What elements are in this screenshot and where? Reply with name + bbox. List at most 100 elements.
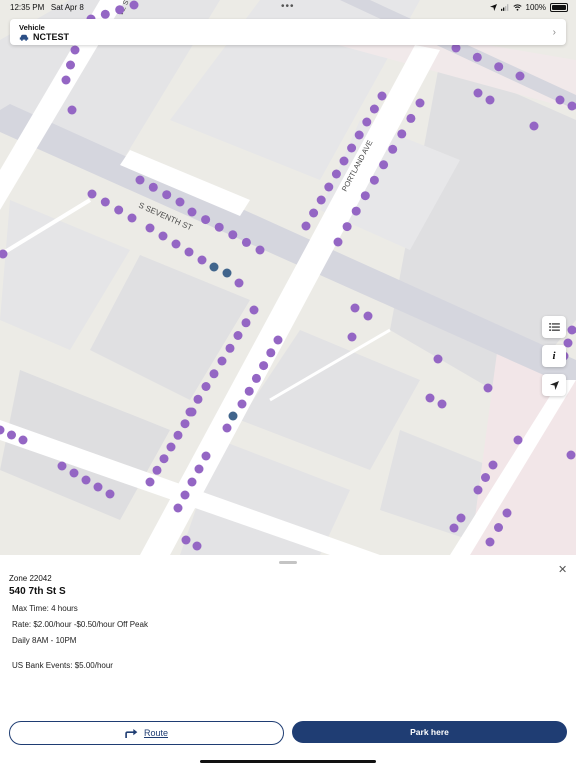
zone-dot[interactable] <box>485 95 495 105</box>
zone-dot[interactable] <box>244 386 254 396</box>
zone-dot[interactable] <box>187 407 197 417</box>
vehicle-selector[interactable]: Vehicle NCTEST › <box>10 19 566 45</box>
locate-button[interactable] <box>542 374 566 396</box>
zone-dot[interactable] <box>494 523 503 532</box>
zone-dot[interactable] <box>415 98 425 108</box>
zone-dot[interactable] <box>201 215 211 225</box>
zone-dot[interactable] <box>193 394 203 404</box>
zone-dot[interactable] <box>192 541 202 551</box>
zone-dot[interactable] <box>201 451 211 461</box>
zone-dot[interactable] <box>180 419 190 429</box>
zone-dot[interactable] <box>350 303 360 313</box>
zone-dot[interactable] <box>214 222 224 232</box>
zone-dot[interactable] <box>175 197 185 207</box>
zone-dot[interactable] <box>105 489 115 499</box>
zone-dot[interactable] <box>316 195 326 205</box>
zone-dot[interactable] <box>433 354 443 364</box>
zone-dot[interactable] <box>488 460 498 470</box>
zone-dot[interactable] <box>331 169 341 179</box>
zone-dot[interactable] <box>360 191 370 201</box>
zone-dot[interactable] <box>566 450 576 460</box>
multitask-dots[interactable]: ••• <box>281 1 295 12</box>
zone-dot[interactable] <box>159 454 169 464</box>
zone-dot[interactable] <box>180 490 190 500</box>
zone-dot[interactable] <box>354 130 364 140</box>
zone-dot[interactable] <box>237 399 247 409</box>
zone-dot[interactable] <box>222 423 232 433</box>
zone-dot[interactable] <box>209 262 219 272</box>
zone-dot[interactable] <box>406 113 416 123</box>
sheet-grabber[interactable] <box>279 561 297 564</box>
zone-dot[interactable] <box>555 95 565 105</box>
zone-dot[interactable] <box>166 442 176 452</box>
zone-dot[interactable] <box>171 239 181 249</box>
zone-dot[interactable] <box>342 222 352 232</box>
zone-dot[interactable] <box>234 278 244 288</box>
zone-dot[interactable] <box>7 430 16 440</box>
zone-dot[interactable] <box>529 121 539 131</box>
zone-dot[interactable] <box>93 482 103 492</box>
zone-dot[interactable] <box>473 485 483 495</box>
zone-dot[interactable] <box>425 393 435 403</box>
zone-dot[interactable] <box>181 535 191 545</box>
zone-dot[interactable] <box>217 356 227 366</box>
park-here-button[interactable]: Park here <box>292 721 567 743</box>
zone-dot[interactable] <box>369 175 379 185</box>
zone-dot[interactable] <box>351 206 361 216</box>
zone-dot[interactable] <box>485 537 495 547</box>
route-button[interactable]: Route <box>9 721 284 745</box>
zone-dot[interactable] <box>57 461 67 471</box>
zone-dot[interactable] <box>379 160 389 170</box>
zone-dot[interactable] <box>197 255 207 265</box>
zone-dot[interactable] <box>513 435 523 445</box>
zone-dot[interactable] <box>69 468 79 478</box>
zone-dot[interactable] <box>135 175 145 185</box>
zone-dot[interactable] <box>255 245 265 255</box>
zone-dot[interactable] <box>456 513 466 523</box>
zone-dot[interactable] <box>324 182 334 192</box>
zone-dot[interactable] <box>483 383 493 393</box>
zone-dot[interactable] <box>494 62 504 72</box>
zone-dot[interactable] <box>162 190 172 200</box>
zone-dot[interactable] <box>152 465 162 475</box>
zone-dot[interactable] <box>369 104 379 114</box>
zone-dot[interactable] <box>309 208 319 218</box>
zone-dot[interactable] <box>515 71 525 81</box>
zone-dot[interactable] <box>145 477 155 487</box>
close-icon[interactable]: ✕ <box>558 563 567 576</box>
list-view-button[interactable] <box>542 316 566 338</box>
zone-dot[interactable] <box>241 318 251 328</box>
zone-dot[interactable] <box>158 231 168 241</box>
zone-dot[interactable] <box>228 411 238 421</box>
zone-dot[interactable] <box>61 75 71 85</box>
info-button[interactable]: i <box>542 345 566 367</box>
zone-dot[interactable] <box>301 221 311 231</box>
zone-dot[interactable] <box>249 305 259 315</box>
zone-dot[interactable] <box>502 508 512 518</box>
zone-dot[interactable] <box>347 332 357 342</box>
zone-dot[interactable] <box>273 335 283 345</box>
zone-dot[interactable] <box>473 88 483 98</box>
zone-dot[interactable] <box>241 237 251 247</box>
zone-dot[interactable] <box>481 473 490 482</box>
zone-dot[interactable] <box>127 213 137 223</box>
zone-dot[interactable] <box>187 207 197 217</box>
zone-dot[interactable] <box>437 399 447 409</box>
zone-dot[interactable] <box>225 343 235 353</box>
zone-dot[interactable] <box>187 477 197 487</box>
zone-dot[interactable] <box>266 348 276 358</box>
zone-dot[interactable] <box>228 230 238 240</box>
zone-dot[interactable] <box>377 91 387 101</box>
zone-dot[interactable] <box>100 197 110 207</box>
map-view[interactable]: S SEVENTH ST PORTLAND AVE VE S <box>0 0 576 555</box>
zone-dot[interactable] <box>222 268 232 278</box>
map-canvas[interactable]: S SEVENTH ST PORTLAND AVE VE S <box>0 0 576 555</box>
zone-dot[interactable] <box>333 237 343 247</box>
zone-dot[interactable] <box>194 464 204 474</box>
zone-dot[interactable] <box>472 52 482 62</box>
zone-dot[interactable] <box>148 182 158 192</box>
zone-dot[interactable] <box>449 523 459 533</box>
zone-dot[interactable] <box>388 144 398 154</box>
zone-dot[interactable] <box>67 105 77 115</box>
zone-dot[interactable] <box>362 117 372 127</box>
